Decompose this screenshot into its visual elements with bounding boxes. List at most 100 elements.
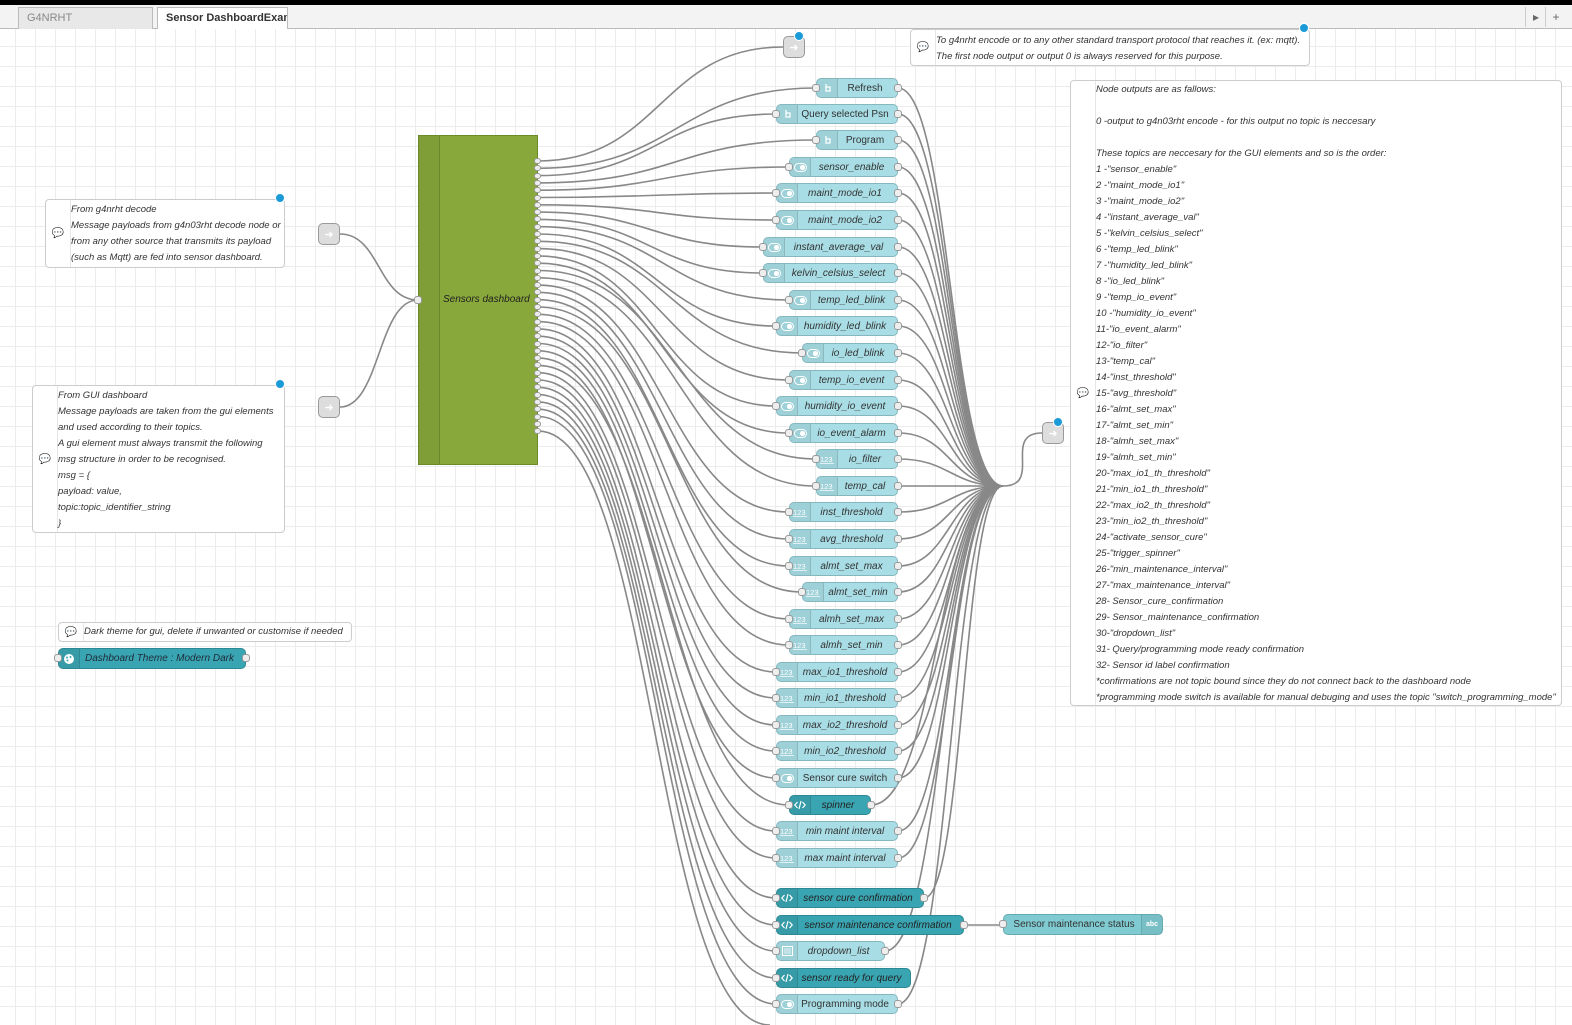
link-in-gui-node[interactable]: ➜ <box>318 396 340 418</box>
gui-node-min-io2-threshold[interactable]: 123 min_io2_threshold <box>776 741 898 761</box>
output-port[interactable] <box>894 721 902 729</box>
tab-sensor-dashboard-example[interactable]: Sensor DashboardExample <box>157 7 288 30</box>
output-port[interactable] <box>894 455 902 463</box>
input-port[interactable] <box>772 322 780 330</box>
output-port[interactable] <box>894 110 902 118</box>
output-port[interactable] <box>534 377 541 383</box>
output-port[interactable] <box>894 641 902 649</box>
output-port[interactable] <box>534 318 541 325</box>
output-port[interactable] <box>534 296 541 303</box>
gui-node-refresh[interactable]: Refresh <box>816 78 898 98</box>
output-port[interactable] <box>534 355 541 362</box>
output-port[interactable] <box>894 349 902 357</box>
gui-node-sensor-ready-for-query[interactable]: sensor ready for query <box>776 968 911 988</box>
input-port[interactable] <box>772 747 780 755</box>
input-port[interactable] <box>772 402 780 410</box>
output-port[interactable] <box>894 588 902 596</box>
input-port[interactable] <box>772 721 780 729</box>
output-port[interactable] <box>534 194 541 201</box>
gui-node-query-selected-psn[interactable]: Query selected Psn <box>776 104 898 124</box>
input-port[interactable] <box>772 110 780 118</box>
output-port[interactable] <box>894 827 902 835</box>
output-port[interactable] <box>894 296 902 304</box>
output-port[interactable] <box>534 428 541 435</box>
gui-node-io-filter[interactable]: 123 io_filter <box>816 449 898 469</box>
output-port[interactable] <box>894 163 902 171</box>
comment-encode-output[interactable]: 💬 To g4nrht encode or to any other stand… <box>910 29 1310 66</box>
gui-node-sensor-cure-switch[interactable]: Sensor cure switch <box>776 768 898 788</box>
input-port[interactable] <box>785 508 793 516</box>
sensor-maintenance-status-node[interactable]: Sensor maintenance status abc <box>1003 914 1163 935</box>
gui-node-temp-cal[interactable]: 123 temp_cal <box>816 476 898 496</box>
output-port[interactable] <box>534 179 541 186</box>
input-port[interactable] <box>772 854 780 862</box>
output-port[interactable] <box>894 535 902 543</box>
output-port[interactable] <box>534 274 541 281</box>
gui-node-max-io2-threshold[interactable]: 123 max_io2_threshold <box>776 715 898 735</box>
input-port[interactable] <box>54 654 62 662</box>
input-port[interactable] <box>999 920 1007 928</box>
input-port[interactable] <box>785 429 793 437</box>
input-port[interactable] <box>785 641 793 649</box>
input-port[interactable] <box>785 615 793 623</box>
input-port[interactable] <box>798 588 806 596</box>
comment-from-gui[interactable]: 💬 From GUI dashboard Message payloads ar… <box>32 385 285 533</box>
gui-node-min-io1-threshold[interactable]: 123 min_io1_threshold <box>776 688 898 708</box>
input-port[interactable] <box>812 482 820 490</box>
input-port[interactable] <box>785 562 793 570</box>
output-port[interactable] <box>534 209 541 216</box>
output-port[interactable] <box>920 894 928 902</box>
gui-node-min-maint-interval[interactable]: 123 min maint interval <box>776 821 898 841</box>
input-port[interactable] <box>772 668 780 676</box>
input-port[interactable] <box>772 947 780 955</box>
output-port[interactable] <box>534 369 541 376</box>
output-port[interactable] <box>894 508 902 516</box>
sensors-dashboard-node[interactable]: Sensors dashboard <box>418 135 538 465</box>
comment-from-decode[interactable]: 💬 From g4nrht decode Message payloads fr… <box>45 199 285 268</box>
output-port[interactable] <box>534 245 541 252</box>
output-port[interactable] <box>894 189 902 197</box>
gui-node-io-led-blink[interactable]: io_led_blink <box>802 343 898 363</box>
output-port[interactable] <box>894 269 902 277</box>
input-port[interactable] <box>772 974 780 982</box>
output-port[interactable] <box>534 172 541 179</box>
output-port[interactable] <box>534 187 541 194</box>
input-port[interactable] <box>772 827 780 835</box>
output-port[interactable] <box>881 947 889 955</box>
output-port[interactable] <box>894 243 902 251</box>
gui-node-almh-set-min[interactable]: 123 almh_set_min <box>789 635 898 655</box>
output-port[interactable] <box>894 429 902 437</box>
gui-node-sensor-cure-confirmation[interactable]: sensor cure confirmation <box>776 888 924 908</box>
output-port[interactable] <box>894 1000 902 1008</box>
input-port[interactable] <box>785 376 793 384</box>
gui-node-max-io1-threshold[interactable]: 123 max_io1_threshold <box>776 662 898 682</box>
output-port[interactable] <box>534 267 541 274</box>
output-port[interactable] <box>894 854 902 862</box>
gui-node-maint-mode-io2[interactable]: maint_mode_io2 <box>776 210 898 230</box>
input-port[interactable] <box>772 216 780 224</box>
gui-node-almt-set-max[interactable]: 123 almt_set_max <box>789 556 898 576</box>
output-port[interactable] <box>534 252 541 259</box>
output-port[interactable] <box>534 201 541 208</box>
output-port[interactable] <box>534 333 541 340</box>
input-port[interactable] <box>759 243 767 251</box>
output-port[interactable] <box>534 406 541 413</box>
input-port[interactable] <box>785 296 793 304</box>
output-port[interactable] <box>894 562 902 570</box>
output-port[interactable] <box>534 413 541 420</box>
output-port[interactable] <box>894 615 902 623</box>
output-port[interactable] <box>534 231 541 237</box>
gui-node-program[interactable]: Program <box>816 130 898 150</box>
gui-node-programming-mode[interactable]: Programming mode <box>776 994 898 1014</box>
output-port[interactable] <box>534 325 541 332</box>
output-port[interactable] <box>894 376 902 384</box>
output-port[interactable] <box>534 223 541 230</box>
output-port[interactable] <box>894 136 902 144</box>
output-port[interactable] <box>534 391 541 398</box>
input-port[interactable] <box>772 694 780 702</box>
tab-scroll-right-icon[interactable]: ▸ <box>1525 7 1546 27</box>
gui-node-almh-set-max[interactable]: 123 almh_set_max <box>789 609 898 629</box>
output-port[interactable] <box>534 158 541 164</box>
gui-node-max-maint-interval[interactable]: 123 max maint interval <box>776 848 898 868</box>
output-port[interactable] <box>867 801 875 809</box>
